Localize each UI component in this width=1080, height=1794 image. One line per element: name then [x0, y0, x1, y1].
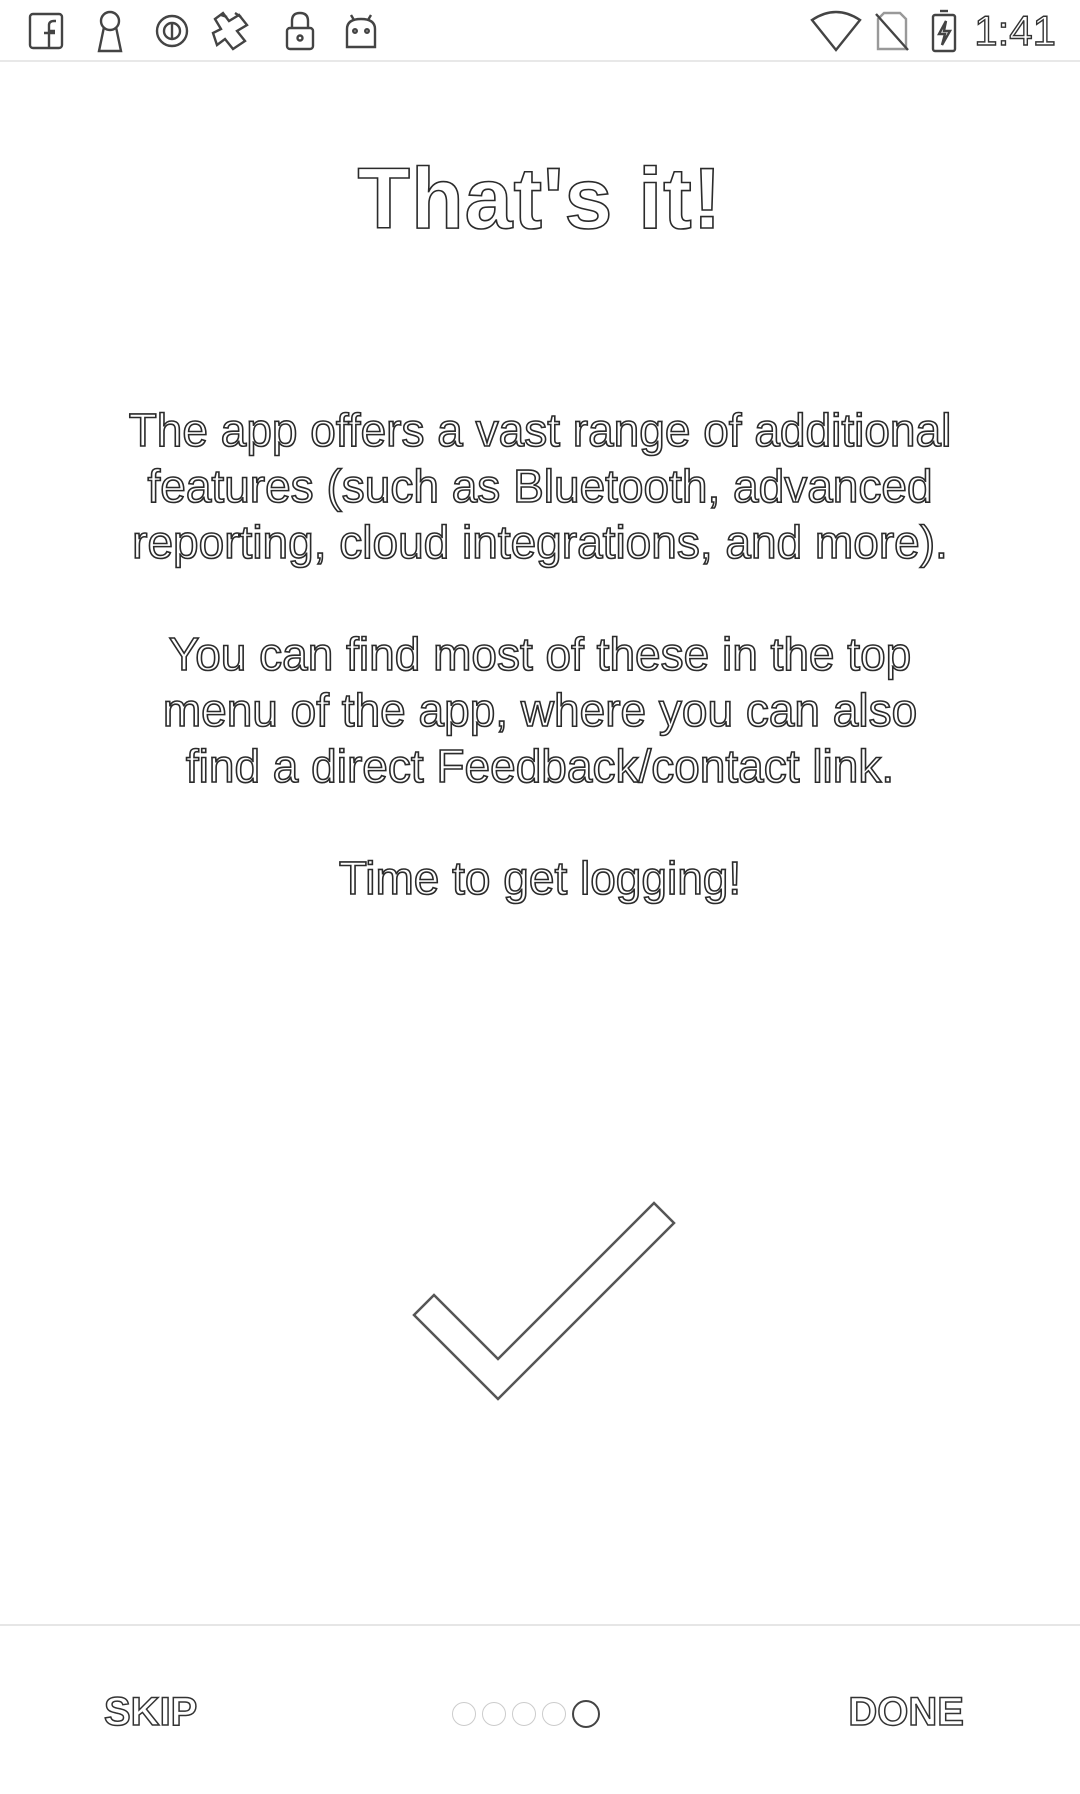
intro-description: The app offers a vast range of additiona…	[120, 402, 960, 962]
page-dot[interactable]	[512, 1702, 536, 1726]
android-robot-icon	[340, 10, 382, 52]
page-dot[interactable]	[452, 1702, 476, 1726]
page-indicator	[452, 1700, 600, 1728]
status-time: 1:41	[974, 6, 1057, 54]
keyhole-icon	[90, 10, 130, 53]
onboarding-footer: SKIP DONE	[0, 1624, 1080, 1794]
menu-paragraph: You can find most of these in the top me…	[162, 627, 918, 793]
skip-button[interactable]: SKIP	[103, 1689, 198, 1735]
features-paragraph: The app offers a vast range of additiona…	[128, 403, 952, 569]
facebook-icon	[26, 10, 66, 52]
checkmark-icon	[410, 1195, 680, 1405]
wifi-icon	[808, 10, 864, 52]
no-sim-icon	[872, 10, 912, 52]
page-dot-active[interactable]	[572, 1700, 600, 1728]
battery-charging-icon	[928, 9, 960, 53]
status-bar: 1:41	[0, 0, 1080, 62]
page-dot[interactable]	[482, 1702, 506, 1726]
page-title: That's it!	[357, 150, 723, 248]
closing-paragraph: Time to get logging!	[338, 851, 742, 905]
circle-letter-icon	[152, 10, 192, 52]
page-dot[interactable]	[542, 1702, 566, 1726]
done-button[interactable]: DONE	[848, 1689, 965, 1735]
lock-icon	[282, 10, 318, 52]
fap-gesture-icon	[208, 10, 260, 52]
